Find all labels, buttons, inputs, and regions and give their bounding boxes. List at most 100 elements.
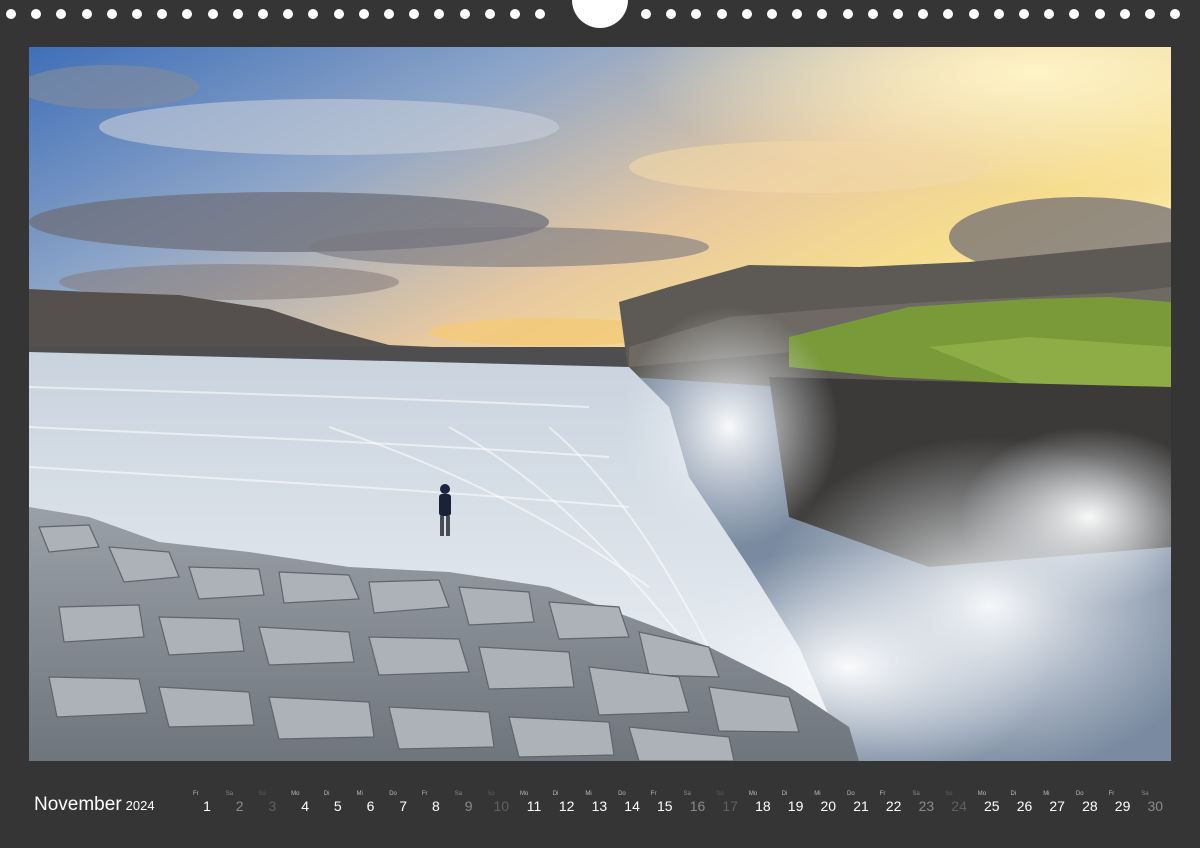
day-number: 5	[333, 798, 342, 814]
binding-hole	[535, 9, 546, 19]
binding-hole	[510, 9, 520, 19]
weekday-abbrev: Mo	[291, 791, 300, 797]
weekday-abbrev: Sa	[912, 791, 920, 797]
day-number: 25	[984, 798, 1000, 814]
binding-hole	[767, 9, 777, 19]
day-number: 13	[591, 798, 608, 814]
day-number: 8	[431, 798, 440, 814]
weekday-abbrev: Di	[781, 791, 788, 797]
calendar-day: Di 26	[1009, 790, 1041, 814]
day-number: 22	[885, 798, 902, 814]
weekday-abbrev: Mo	[520, 791, 529, 797]
calendar-day: So 3	[256, 790, 288, 814]
binding-hole	[666, 9, 677, 19]
binding-hole	[1145, 9, 1155, 19]
binding-hole	[893, 9, 903, 19]
calendar-day: Mi 13	[583, 790, 615, 814]
calendar-day: Sa 23	[910, 790, 942, 814]
binding-hole	[232, 9, 243, 19]
binding-hole	[434, 9, 445, 19]
day-number: 19	[787, 798, 804, 814]
binding-hole	[56, 9, 67, 19]
weekday-abbrev: Do	[847, 791, 855, 797]
calendar-day: Mo 4	[289, 790, 321, 814]
calendar-day: Sa 9	[453, 790, 485, 814]
weekday-abbrev: Mi	[1043, 791, 1050, 797]
day-number: 26	[1016, 798, 1033, 814]
binding-hole	[1044, 9, 1055, 19]
weekday-abbrev: So	[258, 791, 266, 797]
binding-hole	[484, 9, 495, 19]
binding-hole	[993, 9, 1004, 19]
weekday-abbrev: Mi	[814, 791, 821, 797]
calendar-day: Do 7	[387, 790, 419, 814]
calendar-day: So 17	[714, 790, 746, 814]
weekday-abbrev: Fr	[1108, 791, 1115, 797]
binding-hole	[409, 9, 420, 19]
day-number: 18	[755, 798, 771, 814]
binding-hole	[106, 9, 117, 19]
calendar-day: Do 28	[1074, 790, 1106, 814]
day-number: 27	[1049, 798, 1065, 814]
calendar-day: So 24	[943, 790, 975, 814]
binding-hole	[358, 9, 369, 19]
weekday-abbrev: Sa	[454, 791, 462, 797]
binding-hole	[1019, 9, 1029, 19]
calendar-day: Mo 18	[747, 790, 779, 814]
weekday-abbrev: So	[945, 791, 953, 797]
calendar-day: Sa 16	[682, 790, 714, 814]
day-number: 16	[689, 798, 706, 814]
weekday-abbrev: Di	[323, 791, 330, 797]
landscape-photo	[29, 47, 1171, 761]
day-strip: Fr 1 Sa 2 So 3 Mo 4 Di 5 Mi 6 Do 7 Fr 8 Sa 9 So 10 Mo 11 Di 12 M…	[0, 790, 1200, 820]
calendar-day: Fr 1	[191, 790, 223, 814]
binding-hole	[132, 9, 142, 19]
binding-hole	[817, 9, 828, 19]
weekday-abbrev: Sa	[683, 791, 691, 797]
calendar-day: Sa 2	[224, 790, 256, 814]
binding-hole	[283, 9, 294, 19]
calendar-day: Di 5	[322, 790, 354, 814]
day-number: 9	[464, 798, 473, 814]
weekday-abbrev: Fr	[421, 791, 428, 797]
day-number: 21	[853, 798, 869, 814]
day-number: 15	[657, 798, 673, 814]
day-number: 17	[722, 798, 738, 814]
binding-hole	[258, 9, 268, 19]
binding-hole	[943, 9, 954, 19]
weekday-abbrev: Fr	[193, 791, 199, 797]
day-number: 7	[399, 798, 408, 814]
weekday-abbrev: Di	[1010, 791, 1017, 797]
weekday-abbrev: Sa	[225, 791, 234, 797]
binding-hole	[792, 9, 803, 19]
binding-hole	[1170, 9, 1181, 19]
weekday-abbrev: Sa	[1141, 791, 1149, 797]
calendar-day: Do 14	[616, 790, 648, 814]
binding-hole	[968, 9, 979, 19]
day-number: 3	[268, 798, 277, 814]
binding-hole	[641, 9, 651, 19]
binding-hole	[716, 9, 727, 19]
day-number: 2	[235, 798, 244, 814]
day-number: 29	[1114, 798, 1131, 814]
binding-hole	[333, 9, 344, 19]
day-number: 28	[1082, 798, 1098, 814]
calendar-day: Fr 8	[420, 790, 452, 814]
weekday-abbrev: Fr	[650, 791, 657, 797]
calendar-day: Do 21	[845, 790, 877, 814]
calendar-day: Mi 20	[812, 790, 844, 814]
calendar-day: Fr 29	[1107, 790, 1139, 814]
day-number: 20	[820, 798, 837, 814]
binding-hole	[384, 9, 394, 19]
weekday-abbrev: Mi	[356, 791, 363, 797]
binding-hole	[308, 9, 319, 19]
weekday-abbrev: So	[716, 791, 724, 797]
day-number: 14	[624, 798, 640, 814]
binding-hole	[31, 9, 42, 19]
binding-hole	[1069, 9, 1080, 19]
binding-hole	[6, 9, 16, 19]
day-number: 6	[366, 798, 375, 814]
binding-hole	[691, 9, 702, 19]
calendar-day: Fr 22	[878, 790, 910, 814]
weekday-abbrev: Do	[1075, 791, 1084, 797]
